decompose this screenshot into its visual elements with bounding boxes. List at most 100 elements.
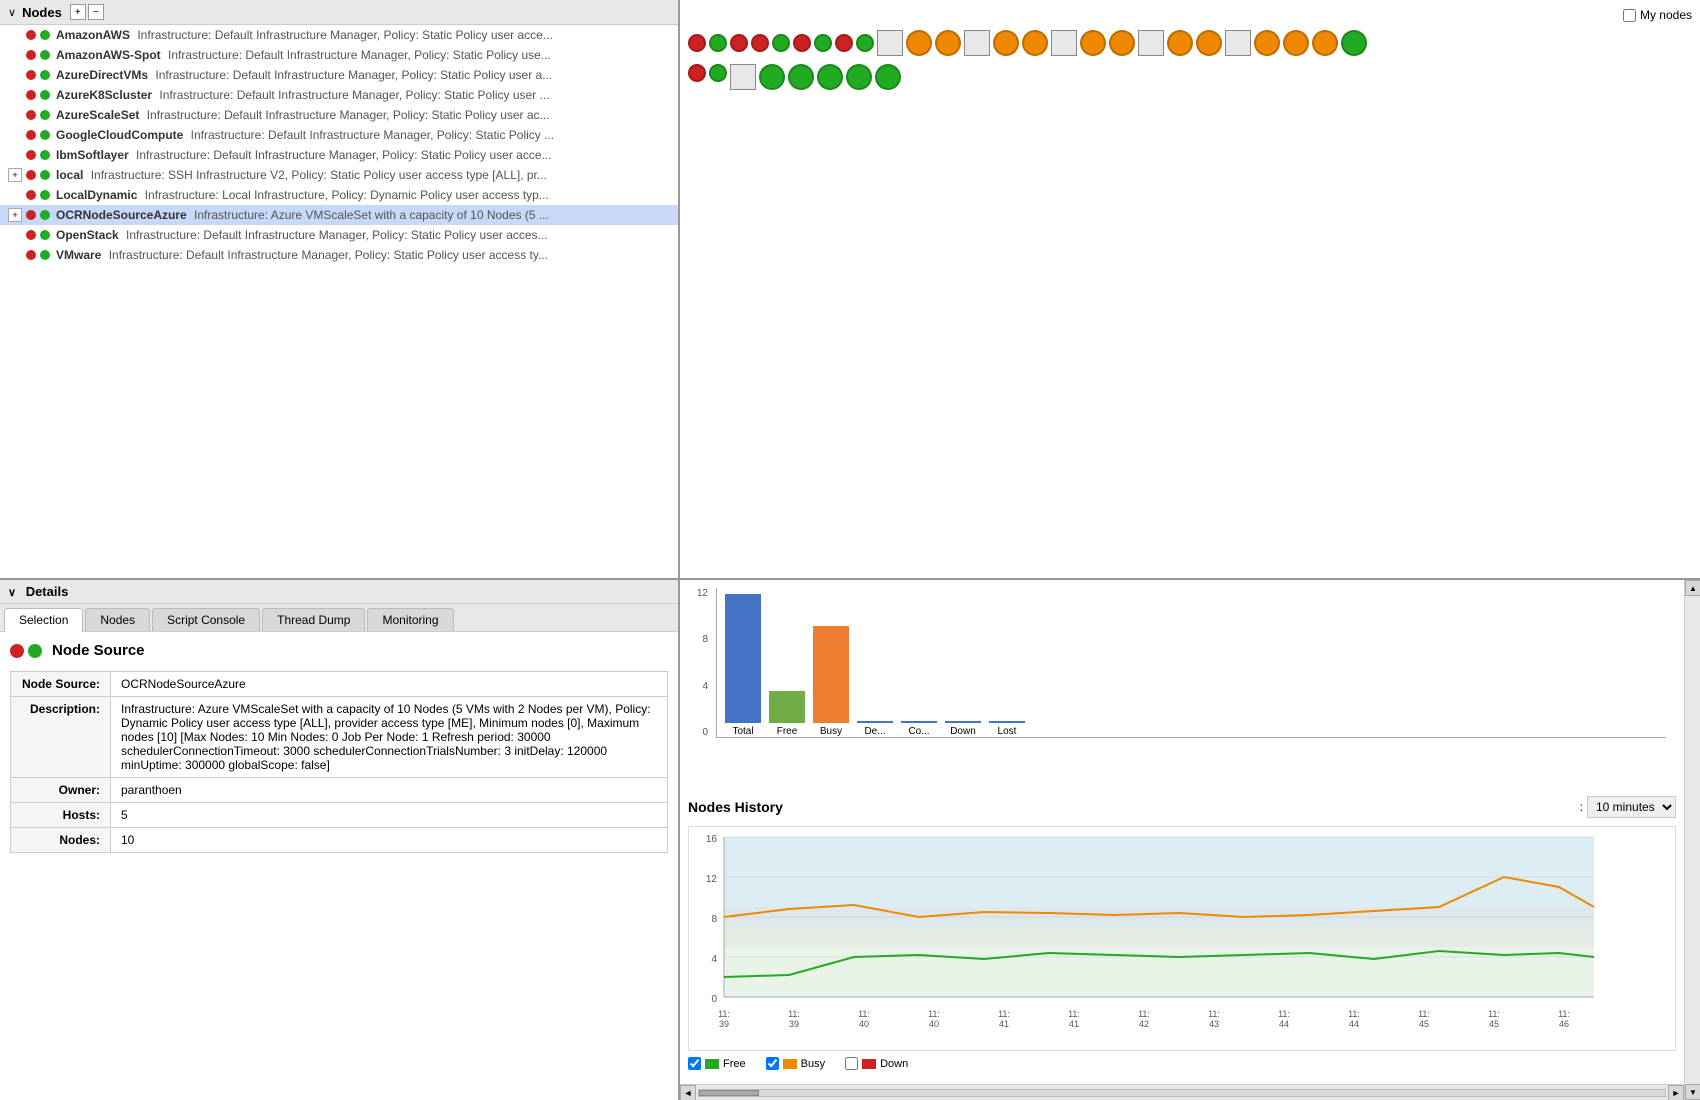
nodes-add-btn[interactable]: + — [70, 4, 86, 20]
status-icon — [26, 210, 52, 220]
dot-red — [26, 230, 36, 240]
node-list-panel: ∨ Nodes + − AmazonAWS Infrastructure: De… — [0, 0, 680, 578]
my-nodes-checkbox[interactable] — [1623, 9, 1636, 22]
node-icon[interactable] — [1283, 30, 1309, 56]
node-icon[interactable] — [793, 34, 811, 52]
tab-nodes[interactable]: Nodes — [85, 608, 150, 631]
field-value-node-source: OCRNodeSourceAzure — [111, 672, 668, 697]
node-icon[interactable] — [817, 64, 843, 90]
nodes-section-toggle[interactable]: ∨ — [8, 6, 16, 19]
tab-selection[interactable]: Selection — [4, 608, 83, 632]
scroll-right-btn[interactable]: ► — [1668, 1085, 1684, 1100]
node-icon-square[interactable] — [730, 64, 756, 90]
node-source-title-text: Node Source — [52, 642, 145, 659]
node-icon[interactable] — [814, 34, 832, 52]
scroll-track[interactable] — [698, 1089, 1666, 1097]
node-icon[interactable] — [1022, 30, 1048, 56]
list-item[interactable]: OpenStack Infrastructure: Default Infras… — [0, 225, 678, 245]
node-icon[interactable] — [993, 30, 1019, 56]
node-source-section-title: Node Source — [10, 642, 668, 659]
nodes-panel-header: ∨ Nodes + − — [0, 0, 678, 25]
list-item-selected[interactable]: + OCRNodeSourceAzure Infrastructure: Azu… — [0, 205, 678, 225]
right-scrollbar: ▲ ▼ — [1684, 580, 1700, 1100]
node-icon-square[interactable] — [1225, 30, 1251, 56]
status-icon — [26, 130, 52, 140]
node-icon[interactable] — [856, 34, 874, 52]
list-item[interactable]: VMware Infrastructure: Default Infrastru… — [0, 245, 678, 265]
node-icon[interactable] — [1109, 30, 1135, 56]
node-icon[interactable] — [688, 64, 706, 82]
scroll-track-vertical[interactable] — [1685, 596, 1700, 1084]
node-icon[interactable] — [835, 34, 853, 52]
node-icon[interactable] — [730, 34, 748, 52]
scroll-thumb[interactable] — [699, 1090, 759, 1096]
node-icon[interactable] — [1341, 30, 1367, 56]
tab-script-console[interactable]: Script Console — [152, 608, 260, 631]
node-icon[interactable] — [759, 64, 785, 90]
node-icon[interactable] — [709, 64, 727, 82]
list-item[interactable]: + local Infrastructure: SSH Infrastructu… — [0, 165, 678, 185]
legend-checkbox-free[interactable] — [688, 1057, 701, 1070]
list-item[interactable]: AmazonAWS Infrastructure: Default Infras… — [0, 25, 678, 45]
node-icon-square[interactable] — [1138, 30, 1164, 56]
node-icon[interactable] — [846, 64, 872, 90]
node-icon[interactable] — [875, 64, 901, 90]
list-item[interactable]: GoogleCloudCompute Infrastructure: Defau… — [0, 125, 678, 145]
x-label: 41 — [999, 1019, 1009, 1029]
node-icon-square[interactable] — [964, 30, 990, 56]
dot-red — [26, 30, 36, 40]
details-section-toggle[interactable]: ∨ — [8, 587, 16, 599]
my-nodes-label[interactable]: My nodes — [1623, 8, 1692, 22]
node-name: AzureDirectVMs — [56, 68, 148, 82]
icon-row-1 — [688, 30, 1367, 56]
node-icon-square[interactable] — [1051, 30, 1077, 56]
line-chart-container: 16 12 8 4 0 — [688, 826, 1676, 1051]
node-icon[interactable] — [906, 30, 932, 56]
node-icon[interactable] — [751, 34, 769, 52]
legend-item-free: Free — [688, 1057, 746, 1070]
list-item[interactable]: IbmSoftlayer Infrastructure: Default Inf… — [0, 145, 678, 165]
list-item[interactable]: AmazonAWS-Spot Infrastructure: Default I… — [0, 45, 678, 65]
details-header: ∨ Details — [0, 580, 678, 604]
dot-green — [40, 90, 50, 100]
charts-content: 12 8 4 0 Total — [680, 580, 1684, 1084]
node-expand-toggle[interactable]: + — [8, 208, 22, 222]
node-name: GoogleCloudCompute — [56, 128, 183, 142]
node-icon[interactable] — [1312, 30, 1338, 56]
node-expand-toggle[interactable]: + — [8, 168, 22, 182]
scroll-left-btn[interactable]: ◄ — [680, 1085, 696, 1100]
legend-item-down: Down — [845, 1057, 908, 1070]
list-item[interactable]: AzureScaleSet Infrastructure: Default In… — [0, 105, 678, 125]
y-label: 4 — [711, 954, 717, 965]
node-icon[interactable] — [1196, 30, 1222, 56]
node-icon[interactable] — [709, 34, 727, 52]
status-icon — [26, 150, 52, 160]
node-icon[interactable] — [1080, 30, 1106, 56]
bottom-section: ∨ Details Selection Nodes Script Console… — [0, 580, 1700, 1100]
node-icon[interactable] — [772, 34, 790, 52]
node-desc: Infrastructure: Default Infrastructure M… — [123, 228, 548, 242]
tab-thread-dump[interactable]: Thread Dump — [262, 608, 365, 631]
time-selector: : 10 minutes 30 minutes 1 hour 6 hours — [1580, 796, 1676, 818]
list-item[interactable]: AzureDirectVMs Infrastructure: Default I… — [0, 65, 678, 85]
dot-red — [26, 110, 36, 120]
node-icon[interactable] — [1167, 30, 1193, 56]
scroll-down-btn[interactable]: ▼ — [1685, 1084, 1700, 1100]
bar-group-co: Co... — [901, 721, 937, 737]
node-icon[interactable] — [935, 30, 961, 56]
tabs-bar: Selection Nodes Script Console Thread Du… — [0, 604, 678, 632]
status-icon — [26, 230, 52, 240]
node-name: AmazonAWS — [56, 28, 130, 42]
legend-checkbox-busy[interactable] — [766, 1057, 779, 1070]
node-icon[interactable] — [1254, 30, 1280, 56]
list-item[interactable]: LocalDynamic Infrastructure: Local Infra… — [0, 185, 678, 205]
node-icon[interactable] — [788, 64, 814, 90]
node-icon[interactable] — [688, 34, 706, 52]
tab-monitoring[interactable]: Monitoring — [367, 608, 453, 631]
node-icon-square[interactable] — [877, 30, 903, 56]
list-item[interactable]: AzureK8Scluster Infrastructure: Default … — [0, 85, 678, 105]
nodes-remove-btn[interactable]: − — [88, 4, 104, 20]
scroll-up-btn[interactable]: ▲ — [1685, 580, 1700, 596]
legend-checkbox-down[interactable] — [845, 1057, 858, 1070]
time-select-dropdown[interactable]: 10 minutes 30 minutes 1 hour 6 hours — [1587, 796, 1676, 818]
